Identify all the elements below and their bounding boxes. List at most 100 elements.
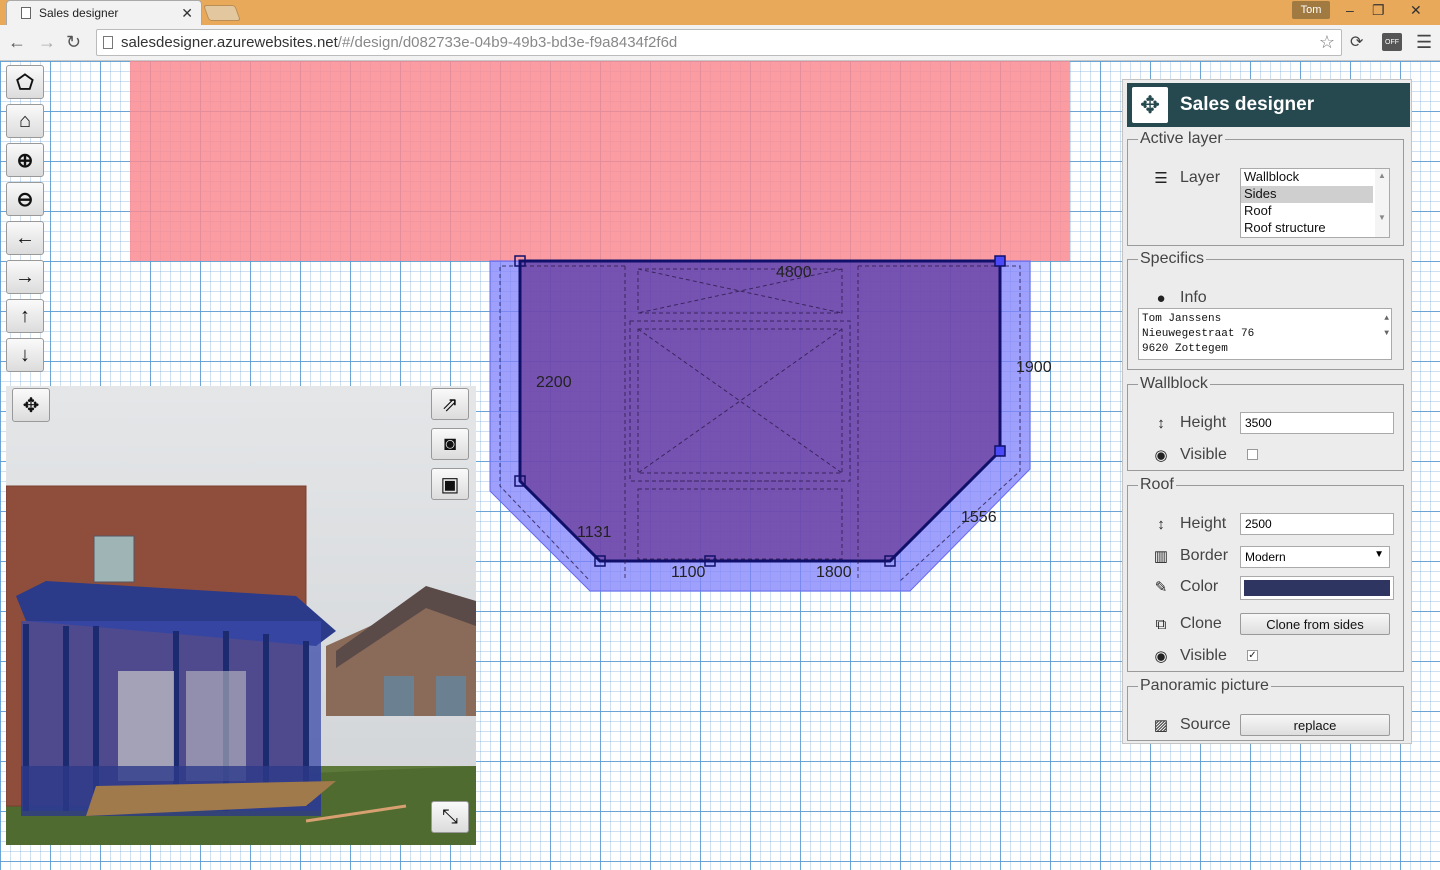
browser-toolbar: ← → ↻ salesdesigner.azurewebsites.net/#/… [0, 25, 1440, 61]
back-icon[interactable]: ← [8, 32, 26, 53]
pointer-icon: ⬠ [16, 71, 34, 94]
listbox-scrollbar[interactable]: ▲ ▼ [1375, 169, 1389, 237]
camera-icon: ◙ [443, 432, 457, 455]
roof-border-select[interactable]: Modern ▼ [1240, 546, 1390, 568]
minimize-icon[interactable]: ‒ [1346, 2, 1354, 18]
active-layer-legend: Active layer [1140, 130, 1223, 147]
zoom-out-button[interactable]: ⊖ [6, 182, 44, 216]
clone-from-sides-button[interactable]: Clone from sides [1240, 613, 1390, 635]
roof-clone-label: Clone [1180, 615, 1222, 632]
select-tool-button[interactable]: ⬠ [6, 65, 44, 99]
layer-option[interactable]: Roof [1241, 203, 1389, 220]
design-canvas[interactable]: 4800 2200 1900 1131 1556 1100 1800 ⬠ ⌂ ⊕… [0, 61, 1440, 870]
zoom-in-button[interactable]: ⊕ [6, 143, 44, 177]
sides-polygon [518, 259, 1002, 563]
eye-icon: ◉ [1154, 447, 1168, 464]
eye-icon: ◉ [1154, 648, 1168, 665]
3d-render-image [6, 386, 476, 845]
wallblock-visible-label: Visible [1180, 446, 1227, 463]
panoramic-group: Panoramic picture ▨ Source replace [1127, 677, 1404, 741]
screenshot-button[interactable]: ◙ [431, 428, 469, 460]
info-line: Nieuwegestraat 76 [1142, 328, 1255, 340]
roof-color-picker[interactable] [1240, 576, 1394, 600]
close-window-icon[interactable]: ✕ [1410, 2, 1422, 19]
close-tab-icon[interactable]: ✕ [181, 5, 193, 22]
forward-icon[interactable]: → [38, 32, 56, 53]
height-icon: ↕ [1157, 515, 1165, 533]
height-icon: ↕ [1157, 414, 1165, 432]
roof-visible-checkbox[interactable]: ✓ [1247, 650, 1258, 661]
menu-icon[interactable]: ☰ [1416, 32, 1432, 53]
wallblock-visible-checkbox[interactable] [1247, 449, 1258, 460]
textarea-scroll-icon[interactable]: ▲ ▼ [1384, 311, 1389, 341]
active-layer-group: Active layer ☰ Layer Wallblock Sides Roo… [1127, 130, 1404, 246]
layer-option[interactable]: Wallblock [1241, 169, 1389, 186]
browser-tab[interactable]: Sales designer ✕ [6, 0, 202, 25]
panel-title: Sales designer [1180, 94, 1315, 115]
panel-header: ✥ Sales designer [1127, 83, 1410, 127]
clone-icon: ⧉ [1155, 615, 1167, 633]
off-extension-icon[interactable]: OFF [1382, 33, 1402, 51]
resize-viewer-button[interactable]: ⤡ [431, 801, 469, 833]
arrow-down-icon: ↓ [20, 343, 30, 366]
open-external-button[interactable]: ⇗ [431, 388, 469, 420]
move-icon: ✥ [22, 394, 40, 417]
layer-label: Layer [1180, 169, 1221, 186]
wallblock-height-input[interactable]: 3500 [1240, 412, 1394, 434]
zoom-in-icon: ⊕ [16, 149, 34, 172]
browser-titlebar: Sales designer ✕ Tom ‒ ❐ ✕ [0, 0, 1440, 25]
new-tab-button[interactable] [203, 5, 241, 21]
home-icon: ⌂ [18, 109, 32, 132]
home-button[interactable]: ⌂ [6, 104, 44, 138]
wallblock-group: Wallblock ↕ Height 3500 ◉ Visible [1127, 375, 1404, 471]
pan-right-button[interactable]: → [6, 260, 44, 294]
address-bar[interactable]: salesdesigner.azurewebsites.net/#/design… [96, 29, 1342, 56]
arrow-right-icon: → [15, 265, 35, 288]
pan-down-button[interactable]: ↓ [6, 338, 44, 372]
save-button[interactable]: ▣ [431, 468, 469, 500]
wallblock-area [130, 61, 1070, 261]
roof-height-input[interactable]: 2500 [1240, 513, 1394, 535]
roof-legend: Roof [1140, 476, 1174, 493]
restore-icon[interactable]: ❐ [1372, 2, 1385, 19]
dim-bottom-left: 1100 [671, 564, 706, 581]
layer-listbox[interactable]: Wallblock Sides Roof Roof structure ▲ ▼ [1240, 168, 1390, 238]
paint-brush-icon: ✎ [1154, 579, 1168, 596]
dim-bottom-right: 1800 [816, 564, 852, 581]
dim-right: 1900 [1016, 359, 1052, 376]
dim-top: 4800 [776, 264, 812, 281]
info-textarea[interactable]: Tom Janssens Nieuwegestraat 76 9620 Zott… [1138, 308, 1392, 360]
reload-icon[interactable]: ↻ [66, 32, 81, 53]
info-label: Info [1180, 289, 1207, 306]
source-label: Source [1180, 716, 1231, 733]
properties-panel: ✥ Sales designer Active layer ☰ Layer Wa… [1122, 79, 1412, 744]
resize-icon: ⤡ [442, 805, 458, 828]
zoom-out-icon: ⊖ [16, 188, 34, 211]
chevron-down-icon: ▼ [1374, 549, 1384, 560]
url-host: salesdesigner.azurewebsites.net [121, 34, 338, 51]
profile-badge[interactable]: Tom [1292, 1, 1330, 19]
roof-group: Roof ↕ Height 2500 ▥ Border Modern ▼ ✎ C… [1127, 476, 1404, 672]
specifics-group: Specifics ● Info Tom Janssens Nieuwegest… [1127, 250, 1404, 370]
page-info-icon [103, 36, 113, 49]
roof-border-value: Modern [1245, 550, 1286, 564]
dim-diag-left: 1131 [577, 524, 612, 541]
external-link-icon: ⇗ [441, 393, 459, 416]
pan-up-button[interactable]: ↑ [6, 299, 44, 333]
roof-visible-label: Visible [1180, 647, 1227, 664]
pan-left-button[interactable]: ← [6, 221, 44, 255]
3d-preview[interactable]: ✥ ⇗ ◙ ▣ ⤡ [6, 386, 476, 845]
tab-title: Sales designer [39, 6, 119, 20]
layer-option[interactable]: Roof structure [1241, 220, 1389, 237]
columns-icon: ▥ [1153, 548, 1169, 565]
list-icon: ☰ [1154, 170, 1168, 187]
panoramic-legend: Panoramic picture [1140, 677, 1269, 694]
url-path: /#/design/d082733e-04b9-49b3-bd3e-f9a843… [337, 34, 678, 51]
bookmark-star-icon[interactable]: ☆ [1319, 32, 1335, 53]
roof-height-label: Height [1180, 515, 1227, 532]
layer-option-selected[interactable]: Sides [1241, 186, 1373, 203]
sync-extension-icon[interactable]: ⟳ [1350, 32, 1363, 52]
move-viewer-button[interactable]: ✥ [12, 388, 50, 422]
move-panel-icon[interactable]: ✥ [1132, 87, 1168, 123]
replace-button[interactable]: replace [1240, 714, 1390, 736]
